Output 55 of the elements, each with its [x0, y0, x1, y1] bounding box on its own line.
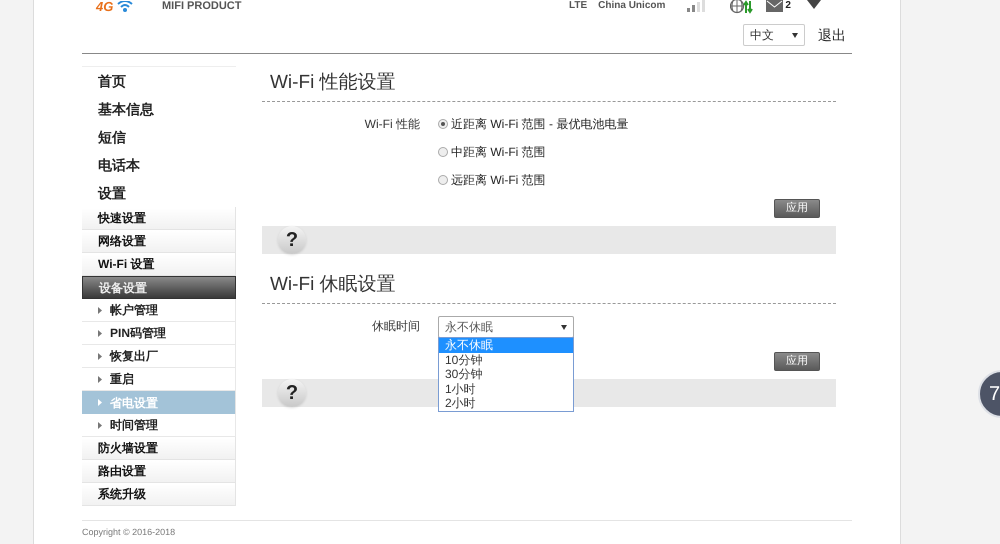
- floating-badge[interactable]: 7: [978, 370, 1000, 418]
- help-button[interactable]: ?: [278, 226, 306, 254]
- nav-item[interactable]: 首页: [82, 67, 236, 95]
- menu-item[interactable]: 系统升级: [82, 483, 236, 506]
- menu-item[interactable]: 网络设置: [82, 230, 236, 253]
- nav-item[interactable]: 基本信息: [82, 95, 236, 123]
- caret-right-icon: [98, 422, 102, 428]
- menu-item[interactable]: 设备设置: [82, 276, 236, 299]
- language-select[interactable]: 中文: [743, 24, 805, 46]
- dropdown-option[interactable]: 30分钟: [439, 367, 573, 382]
- submenu-item[interactable]: 恢复出厂: [82, 345, 236, 368]
- logo-text: 4G: [96, 0, 114, 13]
- menu-item[interactable]: 快速设置: [82, 207, 236, 230]
- submenu-item[interactable]: 重启: [82, 368, 236, 391]
- radio-option[interactable]: 中距离 Wi-Fi 范围: [438, 142, 628, 170]
- nav-item[interactable]: 短信: [82, 123, 236, 151]
- caret-right-icon: [98, 399, 102, 406]
- network-type: LTE: [569, 0, 588, 11]
- wifi-icon: [117, 0, 134, 12]
- logout-link[interactable]: 退出: [818, 25, 846, 46]
- caret-down-icon: [561, 324, 567, 330]
- field-label: Wi-Fi 性能: [364, 116, 421, 133]
- caret-right-icon: [98, 376, 102, 382]
- caret-right-icon: [98, 306, 102, 314]
- nav-item[interactable]: 电话本: [82, 151, 236, 179]
- menu-item[interactable]: Wi-Fi 设置: [82, 253, 236, 276]
- section-title: Wi-Fi 休眠设置: [262, 268, 836, 304]
- radio-icon[interactable]: [438, 175, 448, 185]
- menu-item[interactable]: 路由设置: [82, 460, 236, 483]
- copyright-text: Copyright © 2016-2018: [82, 527, 176, 538]
- radio-option[interactable]: 远距离 Wi-Fi 范围: [438, 170, 628, 198]
- dropdown-option[interactable]: 2小时: [439, 396, 573, 410]
- menu-item[interactable]: 防火墙设置: [82, 437, 236, 460]
- radio-option[interactable]: 近距离 Wi-Fi 范围 - 最优电池电量: [438, 114, 628, 142]
- dropdown-option[interactable]: 10分钟: [439, 352, 573, 367]
- radio-icon[interactable]: [438, 147, 448, 157]
- dropdown-option[interactable]: 1小时: [439, 382, 573, 396]
- globe-icon: [730, 0, 754, 14]
- help-button[interactable]: ?: [278, 379, 306, 407]
- caret-down-icon: [806, 0, 821, 10]
- section-title: Wi-Fi 性能设置: [262, 66, 836, 102]
- submenu-item[interactable]: 时间管理: [82, 414, 236, 437]
- field-label: 休眠时间: [371, 318, 421, 335]
- product-name: MIFI PRODUCT: [162, 0, 242, 12]
- caret-down-icon: [792, 32, 798, 38]
- caret-right-icon: [98, 330, 102, 336]
- nav-item[interactable]: 设置: [82, 179, 236, 207]
- submenu-item[interactable]: 帐户管理: [82, 299, 236, 322]
- submenu-item[interactable]: PIN码管理: [82, 322, 236, 345]
- apply-button[interactable]: 应用: [774, 352, 820, 371]
- caret-right-icon: [98, 352, 102, 360]
- carrier-name: China Unicom: [598, 0, 666, 11]
- apply-button[interactable]: 应用: [774, 199, 820, 218]
- message-count: 2: [785, 0, 791, 11]
- radio-icon[interactable]: [438, 119, 448, 129]
